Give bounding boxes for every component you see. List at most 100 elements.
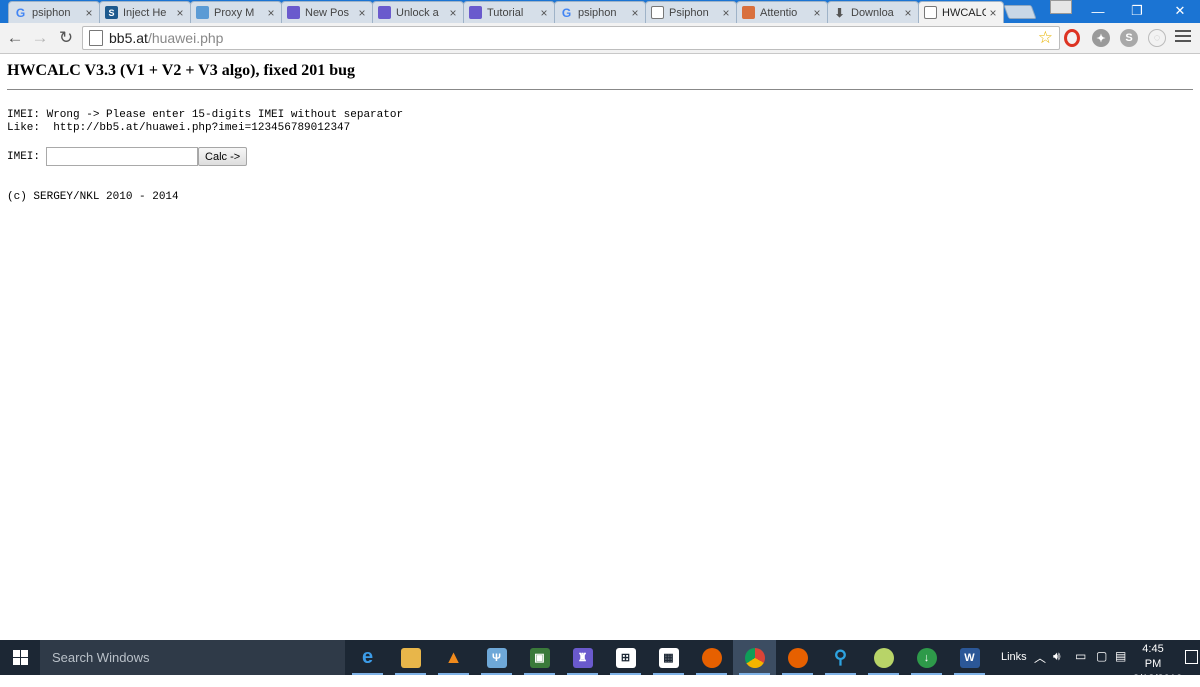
clock-time: 4:45 PM	[1142, 643, 1164, 670]
minimize-icon[interactable]: —	[1078, 0, 1118, 22]
chevron-up-icon[interactable]: ︿	[1034, 649, 1046, 666]
action-center-icon[interactable]	[1185, 650, 1198, 664]
app-icon[interactable]: ▣	[518, 640, 561, 675]
chrome-icon[interactable]	[733, 640, 776, 675]
tab-title: Psiphon	[669, 6, 709, 19]
tab-new-post[interactable]: New Pos ×	[281, 1, 373, 23]
tab-title: Attentio	[760, 6, 798, 19]
start-button[interactable]	[0, 640, 40, 675]
volume-icon[interactable]: 🔊︎	[1053, 649, 1061, 664]
restore-icon[interactable]: ❐	[1117, 0, 1157, 22]
extension-icon[interactable]: ✦	[1092, 29, 1110, 47]
back-icon[interactable]: ←	[4, 27, 26, 49]
internet-download-icon[interactable]: ↓	[905, 640, 948, 675]
bookmark-star-icon[interactable]: ☆	[1038, 28, 1053, 48]
tab-title: psiphon	[578, 6, 617, 19]
tab-title: Tutorial	[487, 6, 524, 19]
skype-icon[interactable]: S	[1120, 29, 1138, 47]
message-icon[interactable]: ▤	[1115, 649, 1126, 663]
tab-unlock[interactable]: Unlock a ×	[372, 1, 464, 23]
tab-hwcalc[interactable]: HWCALC ×	[918, 1, 1004, 23]
close-icon[interactable]: ×	[264, 6, 278, 20]
example-url-text: Like: http://bb5.at/huawei.php?imei=1234…	[7, 122, 351, 134]
new-tab-button[interactable]	[1003, 5, 1037, 19]
search-placeholder: Search Windows	[52, 650, 150, 665]
app-icon[interactable]: ♜	[561, 640, 604, 675]
download-icon: ⬇	[834, 5, 845, 20]
tab-title: HWCALC	[942, 6, 986, 19]
opera-icon[interactable]	[1064, 29, 1080, 47]
tab-psiphon-1[interactable]: G psiphon ×	[8, 1, 100, 23]
tab-tutorial[interactable]: Tutorial ×	[463, 1, 555, 23]
file-explorer-icon[interactable]	[389, 640, 432, 675]
page-content: HWCALC V3.3 (V1 + V2 + V3 algo), fixed 2…	[0, 55, 1200, 640]
copyright-text: (c) SERGEY/NKL 2010 - 2014	[7, 191, 179, 203]
proxy-icon	[196, 6, 209, 19]
imei-input[interactable]	[46, 147, 199, 166]
error-message: IMEI: Wrong -> Please enter 15-digits IM…	[7, 109, 404, 121]
taskbar-search-box[interactable]: Search Windows	[40, 640, 345, 675]
browser-tab-strip: G psiphon × S Inject He × Proxy M × New …	[0, 0, 1200, 23]
page-title: HWCALC V3.3 (V1 + V2 + V3 algo), fixed 2…	[7, 62, 356, 79]
tab-psiphon-3[interactable]: Psiphon ×	[645, 1, 737, 23]
menu-icon[interactable]	[1175, 30, 1191, 46]
google-g-icon: G	[561, 5, 572, 20]
close-icon[interactable]: ×	[810, 6, 824, 20]
store-icon[interactable]: ⊞	[604, 640, 647, 675]
edge-icon[interactable]: e	[346, 640, 389, 675]
tab-title: Downloa	[851, 6, 894, 19]
forward-icon[interactable]: →	[29, 27, 51, 49]
url-text[interactable]: bb5.at/huawei.php	[109, 30, 223, 46]
app-icon[interactable]: Ψ	[475, 640, 518, 675]
page-icon	[924, 6, 937, 19]
forum-icon	[469, 6, 482, 19]
links-toolbar-label[interactable]: Links	[1001, 651, 1027, 663]
tab-proxy-m[interactable]: Proxy M ×	[190, 1, 282, 23]
tab-attention[interactable]: Attentio ×	[736, 1, 828, 23]
tab-title: Proxy M	[214, 6, 255, 19]
tab-inject-he[interactable]: S Inject He ×	[99, 1, 191, 23]
profile-icon[interactable]	[1050, 0, 1072, 14]
horizontal-rule	[7, 89, 1193, 90]
calc-button[interactable]: Calc ->	[198, 147, 248, 166]
alert-icon	[742, 6, 755, 19]
close-icon[interactable]: ×	[986, 6, 1000, 20]
forum-icon	[378, 6, 391, 19]
word-icon[interactable]: W	[948, 640, 991, 675]
clock[interactable]: 4:45 PM 8/12/2016	[1133, 642, 1182, 687]
forum-icon	[287, 6, 300, 19]
firefox-icon[interactable]	[690, 640, 733, 675]
windows-logo-icon	[12, 650, 28, 665]
address-bar[interactable]: bb5.at/huawei.php ☆	[82, 26, 1060, 50]
app-icon[interactable]	[862, 640, 905, 675]
close-icon[interactable]: ×	[173, 6, 187, 20]
close-icon[interactable]: ×	[446, 6, 460, 20]
vlc-icon[interactable]: ▲	[432, 640, 475, 675]
stack-overflow-icon: S	[105, 6, 118, 19]
power-icon[interactable]: ▭	[1075, 649, 1086, 663]
close-icon[interactable]: ×	[901, 6, 915, 20]
extension-icon[interactable]: ◌	[1148, 29, 1166, 47]
browser-toolbar: ← → ↻ bb5.at/huawei.php ☆ ✦ S ◌	[0, 23, 1200, 54]
close-icon[interactable]: ×	[537, 6, 551, 20]
network-icon[interactable]: ▢	[1096, 649, 1107, 663]
close-icon[interactable]: ×	[719, 6, 733, 20]
reload-icon[interactable]: ↻	[55, 27, 77, 49]
page-icon	[89, 30, 103, 46]
tab-psiphon-2[interactable]: G psiphon ×	[554, 1, 646, 23]
tab-download[interactable]: ⬇ Downloa ×	[827, 1, 919, 23]
calculator-icon[interactable]: ▦	[647, 640, 690, 675]
firefox-icon[interactable]	[776, 640, 819, 675]
tab-title: Inject He	[123, 6, 167, 19]
imei-label: IMEI:	[7, 150, 41, 163]
network-app-icon[interactable]: ⚲	[819, 640, 862, 675]
close-icon[interactable]: ×	[628, 6, 642, 20]
clock-date: 8/12/2016	[1133, 673, 1182, 685]
imei-form: IMEI: Calc ->	[7, 147, 248, 166]
tab-title: Unlock a	[396, 6, 439, 19]
page-icon	[651, 6, 664, 19]
close-window-icon[interactable]: ✕	[1160, 0, 1200, 22]
tab-title: New Pos	[305, 6, 350, 19]
close-icon[interactable]: ×	[82, 6, 96, 20]
close-icon[interactable]: ×	[355, 6, 369, 20]
